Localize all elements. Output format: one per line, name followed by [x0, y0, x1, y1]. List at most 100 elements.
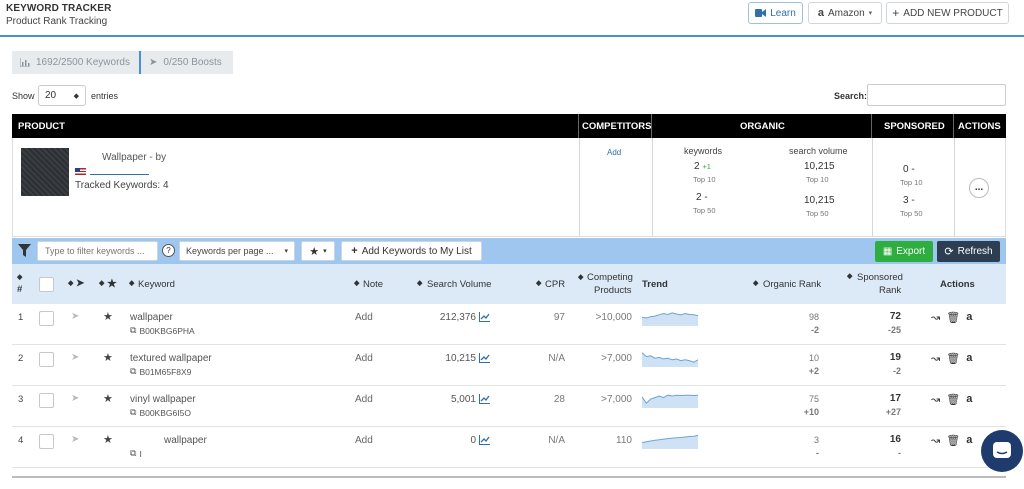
trash-icon[interactable]: 🗑 — [946, 393, 960, 406]
amazon-icon[interactable]: a — [966, 393, 972, 406]
row-checkbox[interactable] — [39, 352, 54, 367]
chat-button[interactable] — [981, 430, 1023, 472]
add-note-button[interactable]: Add — [355, 353, 373, 364]
asin-link[interactable]: ⧉ B01M65F8X9 — [130, 366, 191, 377]
trash-icon[interactable]: 🗑 — [946, 434, 960, 447]
line-chart-icon[interactable]: ↝ — [931, 352, 940, 365]
amazon-icon[interactable]: a — [966, 352, 972, 365]
app-subtitle: Product Rank Tracking — [6, 16, 108, 27]
star-icon[interactable]: ★ — [103, 433, 113, 446]
boosts-stat-text: 0/250 Boosts — [163, 57, 222, 68]
sort-icon: ◆ — [73, 92, 79, 100]
star-filter-dropdown[interactable]: ★ ▾ — [301, 241, 335, 261]
star-icon[interactable]: ★ — [107, 277, 117, 290]
line-chart-icon[interactable]: ↝ — [931, 311, 940, 324]
line-chart-icon[interactable]: ↝ — [931, 434, 940, 447]
add-note-button[interactable]: Add — [355, 435, 373, 446]
header-num[interactable]: # — [17, 284, 22, 295]
row-actions: ↝ 🗑 a — [931, 393, 972, 406]
sort-icon[interactable]: ◆ — [99, 279, 104, 287]
keyword-text[interactable]: textured wallpaper — [130, 353, 212, 364]
sponsored-rank: 16 — [889, 434, 901, 445]
trash-icon[interactable]: 🗑 — [946, 352, 960, 365]
keyword-text[interactable]: wallpaper — [130, 312, 173, 323]
rocket-icon[interactable]: ➤ — [71, 434, 79, 445]
header-note[interactable]: Note — [363, 279, 383, 290]
amazon-icon[interactable]: a — [966, 311, 972, 324]
row-checkbox[interactable] — [39, 393, 54, 408]
entries-select[interactable]: 20 ◆ — [38, 85, 86, 106]
keyword-text[interactable]: vinyl wallpaper — [130, 394, 196, 405]
header-cpr[interactable]: CPR — [545, 279, 565, 290]
header-organic-rank[interactable]: Organic Rank — [763, 279, 821, 290]
asin-link[interactable]: ⧉ B00KBG6I5O — [130, 407, 191, 418]
learn-button[interactable]: Learn — [748, 2, 803, 24]
organic-rank-change: +2 — [808, 366, 819, 376]
line-chart-icon[interactable]: ↝ — [931, 393, 940, 406]
header-competing[interactable]: Competing — [587, 272, 633, 283]
sort-icon: ◆ — [354, 280, 360, 287]
filter-icon[interactable] — [18, 244, 31, 257]
amazon-icon: a — [817, 7, 824, 19]
row-number: 1 — [18, 312, 24, 323]
search-input[interactable] — [867, 84, 1006, 106]
keyword-text[interactable]: wallpaper — [164, 435, 207, 446]
trend-sparkline — [642, 434, 698, 449]
marketplace-select[interactable]: a Amazon ▾ — [808, 2, 882, 24]
add-competitor-link[interactable]: Add — [607, 148, 621, 157]
row-checkbox[interactable] — [39, 434, 54, 449]
chat-icon — [993, 442, 1011, 458]
marketplace-label: Amazon — [827, 7, 865, 19]
star-icon[interactable]: ★ — [103, 351, 113, 364]
rocket-icon[interactable]: ➤ — [71, 311, 79, 322]
volume-chart-icon[interactable] — [479, 394, 490, 404]
add-note-button[interactable]: Add — [355, 394, 373, 405]
cpr-value: 28 — [553, 394, 565, 405]
add-keywords-button[interactable]: + Add Keywords to My List — [341, 241, 482, 261]
asin-link[interactable]: ⧉ B00KBG6PHA — [130, 325, 195, 336]
product-actions-button[interactable]: ... — [969, 178, 989, 198]
rocket-icon[interactable]: ➤ — [71, 352, 79, 363]
keywords-per-page-select[interactable]: Keywords per page ... ▾ — [179, 241, 295, 261]
header-keyword[interactable]: Keyword — [138, 279, 175, 290]
sort-icon[interactable]: ◆ — [17, 273, 22, 281]
header-products[interactable]: Products — [594, 285, 632, 296]
star-icon[interactable]: ★ — [103, 310, 113, 323]
show-label: Show — [12, 91, 35, 101]
add-new-product-button[interactable]: + ADD NEW PRODUCT — [886, 2, 1009, 24]
asin-text: I — [139, 448, 142, 459]
select-all-checkbox[interactable] — [39, 277, 54, 292]
star-icon[interactable]: ★ — [103, 392, 113, 405]
refresh-icon: ⟳ — [944, 246, 954, 258]
entries-value: 20 — [45, 90, 57, 101]
product-thumbnail[interactable] — [21, 148, 69, 196]
asin-link[interactable]: ⧉ I — [130, 448, 142, 459]
keyword-filter-input[interactable]: Type to filter keywords ... — [37, 241, 158, 261]
refresh-button[interactable]: ⟳ Refresh — [937, 241, 1000, 262]
sort-icon[interactable]: ◆ — [68, 279, 73, 287]
sponsored-rank-change: -2 — [892, 366, 901, 376]
keywords-stat: 1692/2500 Keywords — [12, 51, 139, 74]
header-search-volume[interactable]: Search Volume — [427, 279, 491, 290]
export-button[interactable]: ▦ Export — [875, 241, 933, 262]
rocket-icon[interactable]: ➤ — [76, 278, 84, 289]
volume-chart-icon[interactable] — [479, 312, 490, 322]
header-trend: Trend — [642, 279, 668, 290]
sponsored-rank-change: -25 — [887, 325, 901, 335]
cpr-value: N/A — [548, 435, 565, 446]
video-icon — [755, 9, 767, 17]
volume-chart-icon[interactable] — [479, 353, 490, 363]
add-note-button[interactable]: Add — [355, 312, 373, 323]
trash-icon[interactable]: 🗑 — [946, 311, 960, 324]
product-link[interactable] — [90, 174, 149, 175]
row-checkbox[interactable] — [39, 311, 54, 326]
header-sponsored[interactable]: Sponsored — [857, 272, 903, 283]
volume-chart-icon[interactable] — [479, 435, 490, 445]
organic-keywords-label: keywords — [684, 146, 723, 156]
sparkline-area — [642, 395, 698, 408]
amazon-icon[interactable]: a — [966, 434, 972, 447]
product-name[interactable]: Wallpaper - by — [102, 152, 166, 163]
help-icon[interactable]: ? — [162, 244, 175, 257]
rocket-icon[interactable]: ➤ — [71, 393, 79, 404]
header-rank[interactable]: Rank — [879, 285, 901, 296]
